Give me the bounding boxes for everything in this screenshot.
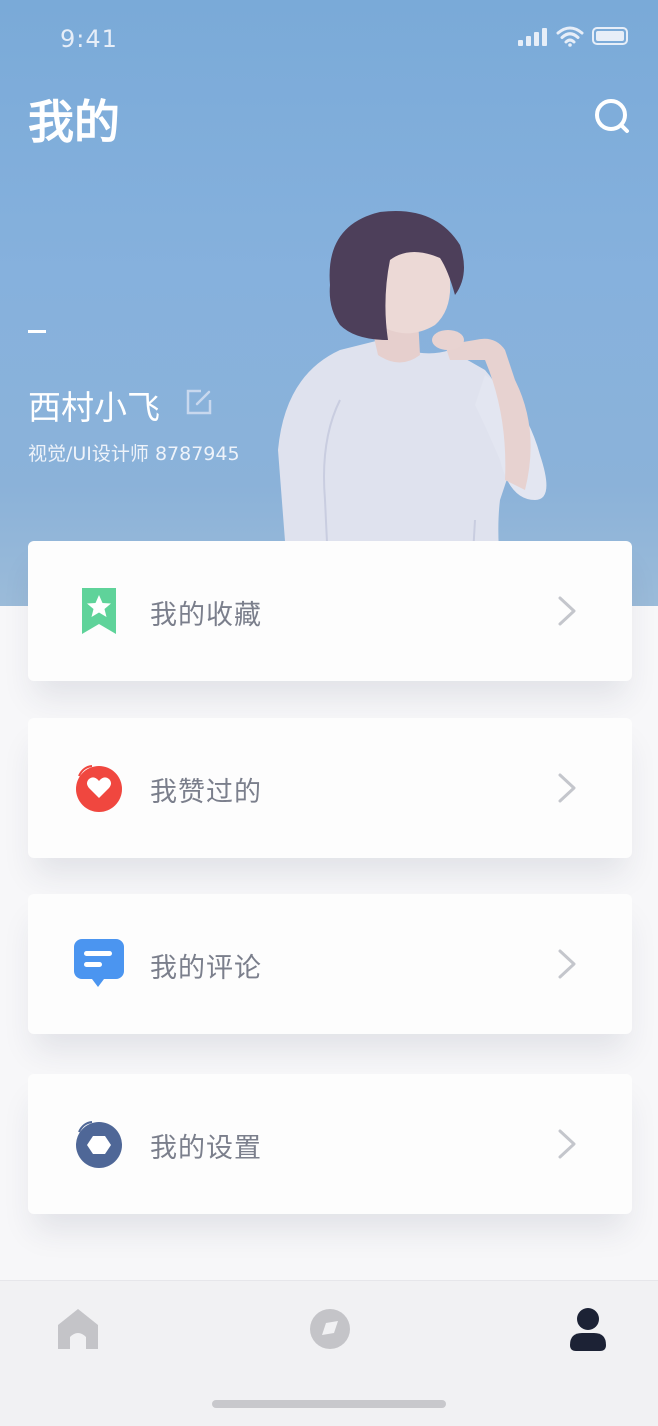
home-indicator <box>212 1400 446 1408</box>
profile-description: 视觉/UI设计师 8787945 <box>28 443 240 465</box>
chevron-right-icon <box>558 1129 576 1159</box>
menu-item-comments[interactable]: 我的评论 <box>28 894 632 1034</box>
wifi-icon <box>556 26 584 47</box>
menu-item-settings[interactable]: 我的设置 <box>28 1074 632 1214</box>
home-icon[interactable] <box>56 1307 100 1351</box>
search-icon[interactable] <box>592 96 632 136</box>
menu-label: 我的设置 <box>150 1133 262 1164</box>
profile-name: 西村小飞 <box>28 388 160 427</box>
battery-icon <box>592 27 628 45</box>
status-time: 9:41 <box>60 25 118 53</box>
heart-icon <box>76 765 122 812</box>
page-title: 我的 <box>28 95 120 149</box>
menu-item-favorites[interactable]: 我的收藏 <box>28 541 632 681</box>
profile-header: 9:41 我的 西村小飞 视觉/UI设计师 8787945 <box>0 0 658 606</box>
menu-item-liked[interactable]: 我赞过的 <box>28 718 632 858</box>
profile-icon[interactable] <box>566 1307 610 1351</box>
bookmark-star-icon <box>82 588 116 634</box>
edit-icon[interactable] <box>184 387 214 417</box>
status-bar: 9:41 <box>0 0 658 80</box>
menu-label: 我赞过的 <box>150 777 262 808</box>
comment-icon <box>74 939 124 987</box>
chevron-right-icon <box>558 773 576 803</box>
menu-label: 我的评论 <box>150 953 262 984</box>
chevron-right-icon <box>558 596 576 626</box>
signal-icon <box>518 28 547 46</box>
discover-icon[interactable] <box>308 1307 352 1351</box>
menu-label: 我的收藏 <box>150 600 262 631</box>
settings-hexagon-icon <box>76 1121 122 1168</box>
chevron-right-icon <box>558 949 576 979</box>
decorative-dash <box>28 330 46 333</box>
